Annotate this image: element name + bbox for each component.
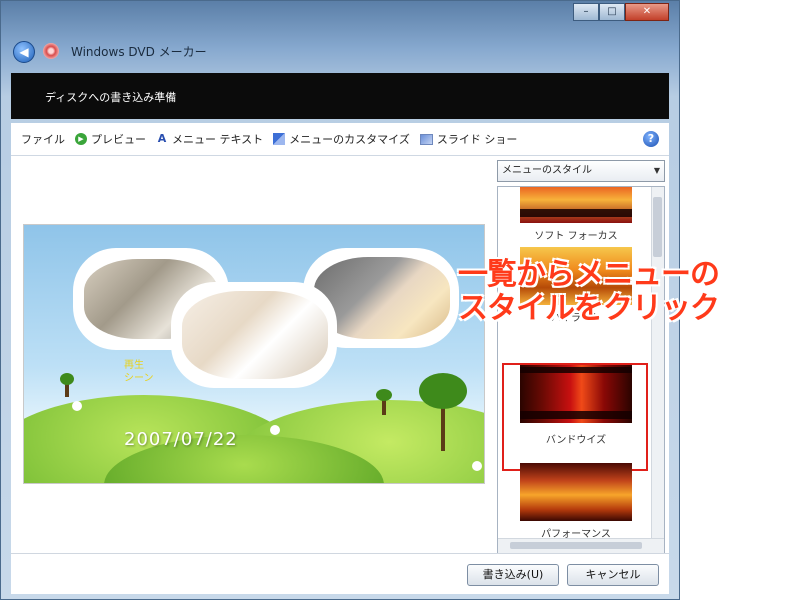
page-header: ディスクへの書き込み準備 (11, 73, 669, 119)
menu-style-list[interactable]: ソフト フォーカス ハイライト バンドウイズ パフォーマンス (497, 186, 665, 554)
scrollbar-thumb[interactable] (510, 542, 642, 549)
style-thumbnail (520, 463, 632, 521)
annotation-line-1: 一覧からメニューの (458, 257, 720, 292)
toolbar-file-label: ファイル (21, 133, 65, 146)
menu-style-panel: メニューのスタイル ▼ ソフト フォーカス ハイライト バンドウイズ パフォーマ… (497, 158, 667, 554)
cancel-button[interactable]: キャンセル (567, 564, 659, 586)
dvd-maker-icon (43, 43, 59, 59)
slideshow-icon (419, 133, 433, 145)
maximize-button[interactable]: □ (599, 3, 625, 21)
rabbit (270, 425, 280, 435)
menu-text-icon: A (157, 132, 167, 145)
toolbar-menu-text-label: メニュー テキスト (172, 133, 264, 146)
menu-style-dropdown[interactable]: メニューのスタイル ▼ (497, 160, 665, 182)
back-button[interactable]: ◀ (13, 41, 35, 63)
disc-title-date: 2007/07/22 (124, 429, 238, 450)
rabbit (472, 461, 482, 471)
play-scene-link[interactable]: 再生 シーン (124, 359, 154, 385)
horizontal-scrollbar[interactable] (498, 538, 664, 553)
play-scene-label-1: 再生 (124, 360, 144, 371)
selection-highlight (502, 363, 648, 471)
style-item-soft-focus[interactable]: ソフト フォーカス (506, 187, 646, 242)
play-scene-label-2: シーン (124, 373, 154, 384)
burn-button[interactable]: 書き込み(U) (467, 564, 559, 586)
annotation-line-2: スタイルをクリック (458, 291, 720, 326)
style-item-label: ソフト フォーカス (534, 231, 618, 242)
main-area: 再生 シーン 2007/07/22 メニューのスタイル ▼ ソフト フォーカス (11, 155, 669, 554)
toolbar: ファイル ▶ プレビュー A メニュー テキスト メニューのカスタマイズ スライ… (11, 123, 669, 155)
customize-icon (273, 133, 286, 145)
toolbar-customize-label: メニューのカスタマイズ (289, 133, 410, 146)
title-bar: – □ ✕ ◀ Windows DVD メーカー (1, 1, 679, 73)
preview-icon: ▶ (75, 133, 87, 145)
close-button[interactable]: ✕ (625, 3, 669, 21)
vertical-scrollbar[interactable] (651, 187, 664, 539)
style-thumbnail (520, 187, 632, 223)
chevron-down-icon: ▼ (653, 166, 660, 175)
toolbar-file[interactable]: ファイル (21, 131, 65, 147)
toolbar-slideshow-label: スライド ショー (436, 133, 518, 146)
toolbar-preview-label: プレビュー (91, 133, 146, 146)
preview-photo (314, 257, 450, 339)
rabbit (72, 401, 82, 411)
toolbar-customize[interactable]: メニューのカスタマイズ (273, 131, 410, 147)
toolbar-slideshow[interactable]: スライド ショー (419, 131, 518, 147)
help-icon[interactable]: ? (643, 131, 659, 147)
dropdown-label: メニューのスタイル (502, 165, 592, 176)
toolbar-menu-text[interactable]: A メニュー テキスト (156, 131, 263, 147)
minimize-button[interactable]: – (573, 3, 599, 21)
page-title: ディスクへの書き込み準備 (45, 91, 177, 104)
footer: 書き込み(U) キャンセル (11, 553, 669, 594)
window-title: Windows DVD メーカー (71, 45, 207, 59)
instruction-annotation: 一覧からメニューの スタイルをクリック (458, 257, 720, 326)
style-item-performance[interactable]: パフォーマンス (506, 463, 646, 540)
toolbar-preview[interactable]: ▶ プレビュー (75, 131, 146, 147)
scrollbar-thumb[interactable] (653, 197, 662, 257)
preview-photo (182, 291, 328, 379)
caption-buttons: – □ ✕ (573, 3, 669, 21)
menu-preview: 再生 シーン 2007/07/22 (23, 224, 485, 484)
